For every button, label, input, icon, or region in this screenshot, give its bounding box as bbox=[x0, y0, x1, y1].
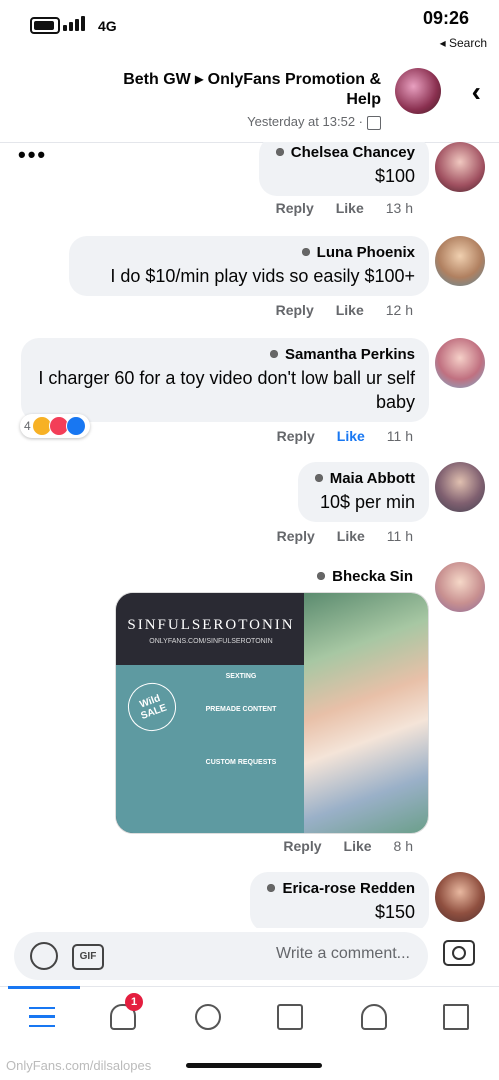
tab-marketplace[interactable] bbox=[270, 997, 310, 1037]
commenter-name[interactable]: Erica-rose Redden bbox=[264, 880, 415, 897]
emoji-icon[interactable] bbox=[30, 942, 58, 970]
comment-actions: 11 h Like Reply bbox=[277, 428, 413, 444]
tab-home[interactable] bbox=[436, 997, 476, 1037]
comment-actions: 8 h Like Reply bbox=[283, 838, 413, 854]
battery-icon bbox=[30, 17, 60, 34]
back-to-search-link[interactable]: ◂ Search bbox=[440, 36, 487, 50]
tab-notifications[interactable]: 1 bbox=[103, 993, 143, 1037]
wave-icon bbox=[272, 145, 287, 159]
comment-actions: 13 h Like Reply bbox=[276, 200, 413, 216]
poster-avatar[interactable] bbox=[395, 68, 441, 114]
like-button[interactable]: Like bbox=[344, 838, 372, 854]
comment-feed[interactable]: Chelsea Chancey $100 13 h Like Reply Lun… bbox=[0, 142, 499, 928]
commenter-avatar[interactable] bbox=[435, 462, 485, 512]
commenter-avatar[interactable] bbox=[435, 562, 485, 612]
comment-text: $150 bbox=[374, 902, 415, 922]
comment-bubble[interactable]: Erica-rose Redden $150 bbox=[250, 872, 429, 928]
like-button[interactable]: Like bbox=[337, 528, 365, 544]
friends-icon bbox=[361, 1004, 387, 1030]
comment-time: 12 h bbox=[385, 302, 413, 318]
camera-icon[interactable] bbox=[443, 940, 475, 966]
comment-time: 11 h bbox=[386, 528, 413, 544]
status-time: 09:26 bbox=[422, 8, 469, 28]
promo-graphic: SINFULSEROTONIN ONLYFANS.COM/SINFULSEROT… bbox=[116, 593, 306, 833]
bottom-tab-bar: 1 bbox=[0, 986, 499, 1051]
like-button[interactable]: Like bbox=[336, 200, 364, 216]
comment-bubble[interactable]: Maia Abbott 10$ per min bbox=[297, 462, 429, 522]
reaction-count: 4 bbox=[24, 419, 31, 433]
groups-icon bbox=[195, 1004, 221, 1030]
comment-actions: 12 h Like Reply bbox=[276, 302, 413, 318]
commenter-avatar[interactable] bbox=[435, 236, 485, 286]
wave-icon bbox=[266, 347, 281, 361]
promo-section: SEXTING bbox=[225, 673, 257, 680]
commenter-name[interactable]: Maia Abbott bbox=[311, 470, 415, 487]
wave-icon bbox=[298, 245, 313, 259]
promo-section: CUSTOM REQUESTS bbox=[205, 759, 277, 766]
network-label: 4G bbox=[98, 18, 117, 34]
promo-section: PREMADE CONTENT bbox=[205, 706, 277, 713]
comment-text: I do $10/min play vids so easily $100+ bbox=[110, 266, 415, 286]
like-button[interactable]: Like bbox=[337, 428, 365, 444]
comment-composer: GIF bbox=[0, 928, 499, 986]
commenter-name[interactable]: Chelsea Chancey bbox=[272, 144, 415, 161]
tab-friends[interactable] bbox=[354, 997, 394, 1037]
comment-time: 8 h bbox=[393, 838, 413, 854]
wave-icon bbox=[314, 569, 329, 583]
menu-icon bbox=[29, 1007, 55, 1027]
promo-url: ONLYFANS.COM/SINFULSEROTONIN bbox=[149, 638, 273, 645]
comment-time: 11 h bbox=[386, 428, 413, 444]
notification-badge: 1 bbox=[125, 993, 143, 1011]
status-bar: 09:26 ◂ Search 4G bbox=[0, 0, 499, 52]
reply-button[interactable]: Reply bbox=[276, 200, 314, 216]
comment-input-wrapper[interactable]: GIF bbox=[14, 932, 428, 980]
commenter-name[interactable]: Bhecka Sin bbox=[314, 568, 413, 585]
comment-bubble[interactable]: Samantha Perkins I charger 60 for a toy … bbox=[21, 338, 429, 422]
gif-button[interactable]: GIF bbox=[72, 944, 104, 970]
comment-text: $100 bbox=[374, 166, 415, 186]
promo-menu: Wild SALE SEXTING PREMADE CONTENT CUSTOM… bbox=[116, 665, 306, 833]
like-reaction-icon bbox=[65, 416, 86, 436]
reply-button[interactable]: Reply bbox=[283, 838, 321, 854]
post-timestamp: Yesterday at 13:52 · bbox=[247, 114, 381, 130]
commenter-avatar[interactable] bbox=[435, 872, 485, 922]
comment-bubble[interactable]: Luna Phoenix I do $10/min play vids so e… bbox=[69, 236, 429, 296]
post-title[interactable]: Beth GW ▸ OnlyFans Promotion & Help bbox=[121, 70, 381, 110]
comment-input[interactable] bbox=[208, 944, 412, 964]
comment-time: 13 h bbox=[385, 200, 413, 216]
reaction-summary[interactable]: 4 bbox=[20, 414, 90, 438]
tab-menu[interactable] bbox=[22, 997, 62, 1037]
comment-text: 10$ per min bbox=[319, 492, 415, 512]
active-tab-indicator bbox=[8, 986, 80, 989]
home-indicator[interactable] bbox=[186, 1063, 322, 1068]
comment-bubble[interactable]: Chelsea Chancey $100 bbox=[258, 142, 429, 196]
commenter-name[interactable]: Samantha Perkins bbox=[35, 346, 415, 363]
commenter-avatar[interactable] bbox=[435, 338, 485, 388]
reply-button[interactable]: Reply bbox=[277, 428, 315, 444]
like-button[interactable]: Like bbox=[336, 302, 364, 318]
sale-badge: Wild SALE bbox=[121, 676, 183, 738]
marketplace-icon bbox=[277, 1004, 303, 1030]
commenter-avatar[interactable] bbox=[435, 142, 485, 192]
home-icon bbox=[443, 1004, 469, 1030]
promo-brand: SINFULSEROTONIN bbox=[127, 617, 295, 633]
comment-image[interactable]: SINFULSEROTONIN ONLYFANS.COM/SINFULSEROT… bbox=[115, 592, 429, 834]
reply-button[interactable]: Reply bbox=[276, 302, 314, 318]
post-header: ‹ Beth GW ▸ OnlyFans Promotion & Help Ye… bbox=[0, 58, 499, 167]
wave-icon bbox=[264, 881, 279, 895]
wave-icon bbox=[311, 471, 326, 485]
signal-icon bbox=[63, 16, 85, 31]
commenter-name[interactable]: Luna Phoenix bbox=[83, 244, 415, 261]
tab-groups[interactable] bbox=[188, 997, 228, 1037]
reply-button[interactable]: Reply bbox=[277, 528, 315, 544]
back-arrow-icon[interactable]: ‹ bbox=[472, 76, 481, 108]
photo bbox=[304, 593, 428, 833]
comment-text: I charger 60 for a toy video don't low b… bbox=[38, 368, 415, 412]
watermark: OnlyFans.com/dilsalopes bbox=[6, 1058, 152, 1073]
comment-actions: 11 h Like Reply bbox=[277, 528, 413, 544]
audience-icon bbox=[367, 115, 381, 130]
promo-header: SINFULSEROTONIN ONLYFANS.COM/SINFULSEROT… bbox=[116, 593, 306, 665]
